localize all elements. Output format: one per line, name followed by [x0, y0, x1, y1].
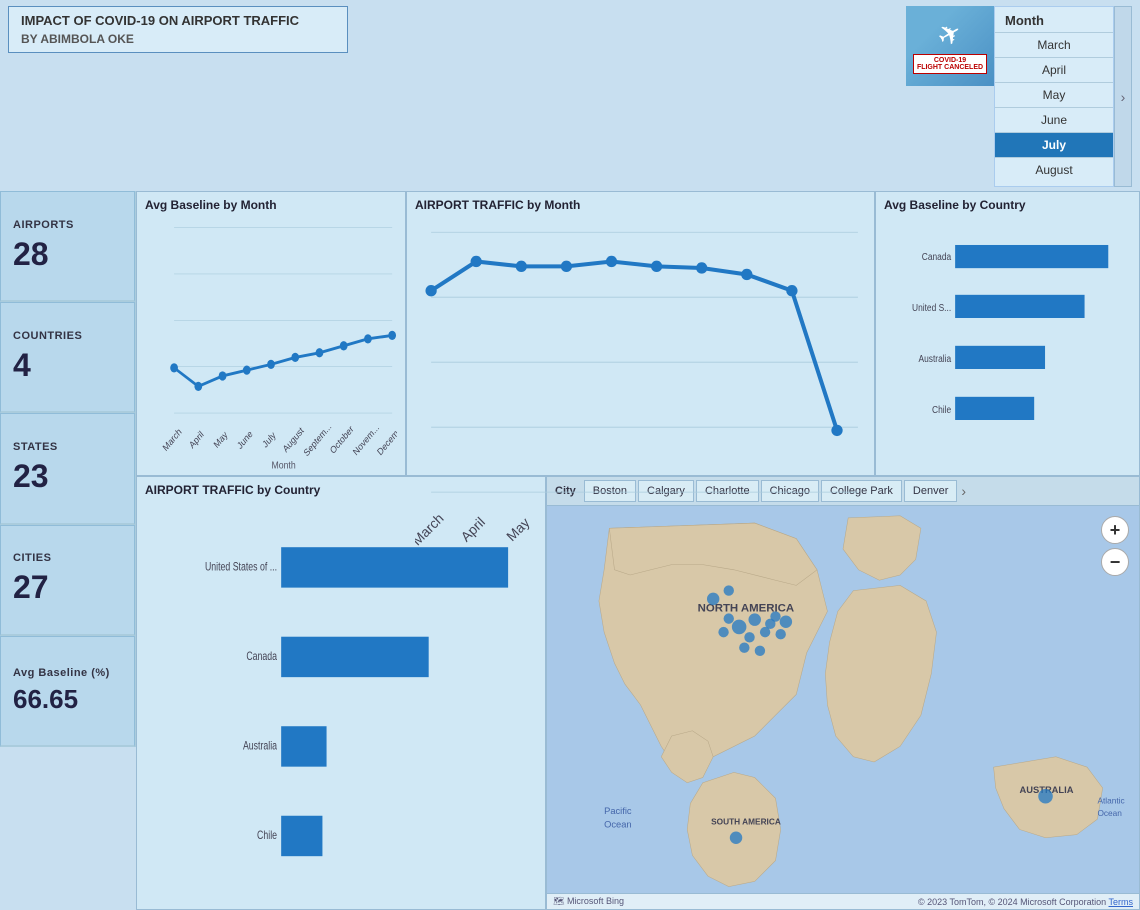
svg-text:Canada: Canada: [922, 251, 952, 262]
avg-baseline-value: 66.65: [13, 685, 122, 714]
avg-baseline-stat-card: Avg Baseline (%) 66.65: [0, 636, 135, 747]
map-footer: 🗺 Microsoft Bing © 2023 TomTom, © 2024 M…: [547, 893, 1139, 909]
cities-label: CITIES: [13, 552, 122, 564]
left-sidebar: AIRPORTS 28 COUNTRIES 4 STATES 23 CITIES…: [0, 191, 136, 747]
city-tab-denver[interactable]: Denver: [904, 480, 957, 502]
svg-text:Septem...: Septem...: [302, 421, 333, 458]
airports-label: AIRPORTS: [13, 219, 122, 231]
svg-text:July: July: [261, 429, 278, 449]
svg-text:United S...: United S...: [912, 302, 951, 313]
cities-value: 27: [13, 570, 122, 605]
states-stat-card: STATES 23: [0, 413, 135, 524]
title-box: IMPACT OF COVID-19 ON AIRPORT TRAFFIC BY…: [8, 6, 348, 53]
states-value: 23: [13, 459, 122, 494]
traffic-country-bar-chart: United States of ... Canada Australia Ch…: [145, 501, 537, 905]
countries-label: COUNTRIES: [13, 330, 122, 342]
svg-text:Ocean: Ocean: [604, 819, 631, 829]
airport-traffic-chart-box: AIRPORT TRAFFIC by Month: [406, 191, 875, 476]
avg-country-bar-chart: Canada United S... Australia Chile: [884, 216, 1131, 471]
svg-text:United States of ...: United States of ...: [205, 560, 277, 574]
svg-text:Chile: Chile: [257, 828, 277, 842]
countries-value: 4: [13, 348, 122, 383]
avg-country-chart-area: Canada United S... Australia Chile: [884, 216, 1131, 471]
header-right: ✈ COVID-19FLIGHT CANCELED Month March Ap…: [906, 6, 1132, 187]
month-item-june[interactable]: June: [995, 107, 1113, 132]
content-area: Avg Baseline by Month: [136, 191, 1140, 747]
svg-text:Ocean: Ocean: [1097, 808, 1122, 818]
bottom-row: AIRPORT TRAFFIC by Country United States…: [136, 476, 1140, 910]
month-item-april[interactable]: April: [995, 57, 1113, 82]
svg-text:Atlantic: Atlantic: [1097, 795, 1124, 805]
airport-traffic-chart-title: AIRPORT TRAFFIC by Month: [415, 198, 866, 212]
covid-image: ✈ COVID-19FLIGHT CANCELED: [906, 6, 994, 86]
month-filter-panel: Month March April May June July August: [994, 6, 1114, 187]
avg-baseline-chart-box: Avg Baseline by Month: [136, 191, 406, 476]
avg-baseline-label: Avg Baseline (%): [13, 667, 122, 679]
covid-label: COVID-19FLIGHT CANCELED: [913, 54, 987, 74]
map-copyright: © 2023 TomTom, © 2024 Microsoft Corporat…: [918, 897, 1133, 907]
traffic-country-chart-box: AIRPORT TRAFFIC by Country United States…: [136, 476, 546, 910]
map-container[interactable]: NORTH AMERICA Pacific Ocean SOUTH AMERIC…: [547, 506, 1139, 893]
month-panel-title: Month: [995, 11, 1113, 32]
month-scroll-down-arrow[interactable]: ›: [1114, 6, 1132, 187]
map-svg: NORTH AMERICA Pacific Ocean SOUTH AMERIC…: [547, 506, 1139, 893]
month-item-august[interactable]: August: [995, 157, 1113, 182]
avg-country-chart-box: Avg Baseline by Country Canada United S.…: [875, 191, 1140, 476]
title-main: IMPACT OF COVID-19 ON AIRPORT TRAFFIC: [21, 13, 335, 28]
avg-country-chart-title: Avg Baseline by Country: [884, 198, 1131, 212]
svg-text:May: May: [212, 429, 230, 450]
month-item-may[interactable]: May: [995, 82, 1113, 107]
month-item-july[interactable]: July: [995, 132, 1113, 157]
terms-link[interactable]: Terms: [1109, 897, 1134, 907]
svg-text:March: March: [161, 426, 184, 453]
main-area: AIRPORTS 28 COUNTRIES 4 STATES 23 CITIES…: [0, 191, 1140, 747]
avg-baseline-chart-area: March April May June July August Septem.…: [145, 216, 397, 471]
svg-text:Chile: Chile: [932, 404, 951, 415]
top-row: Avg Baseline by Month: [136, 191, 1140, 476]
header: IMPACT OF COVID-19 ON AIRPORT TRAFFIC BY…: [0, 0, 1140, 191]
bing-label: 🗺 Microsoft Bing: [553, 896, 624, 907]
map-zoom-controls: + −: [1101, 516, 1129, 576]
map-section: City Boston Calgary Charlotte Chicago Co…: [546, 476, 1140, 910]
avg-baseline-line-chart: March April May June July August Septem.…: [145, 216, 397, 471]
svg-text:Month: Month: [271, 460, 295, 471]
title-sub: BY ABIMBOLA OKE: [21, 32, 335, 46]
cities-stat-card: CITIES 27: [0, 525, 135, 636]
month-item-march[interactable]: March: [995, 32, 1113, 57]
svg-text:Australia: Australia: [243, 739, 277, 753]
zoom-in-button[interactable]: +: [1101, 516, 1129, 544]
svg-text:Canada: Canada: [246, 649, 277, 663]
svg-text:Pacific: Pacific: [604, 806, 632, 816]
plane-icon: ✈: [932, 14, 969, 54]
states-label: STATES: [13, 441, 122, 453]
svg-text:April: April: [187, 429, 205, 451]
traffic-country-chart-area: United States of ... Canada Australia Ch…: [145, 501, 537, 905]
airports-value: 28: [13, 237, 122, 272]
countries-stat-card: COUNTRIES 4: [0, 302, 135, 413]
airports-stat-card: AIRPORTS 28: [0, 191, 135, 302]
avg-baseline-chart-title: Avg Baseline by Month: [145, 198, 397, 212]
city-tab-scroll-right[interactable]: ›: [961, 483, 966, 499]
svg-text:SOUTH AMERICA: SOUTH AMERICA: [711, 816, 781, 826]
zoom-out-button[interactable]: −: [1101, 548, 1129, 576]
svg-text:Australia: Australia: [919, 353, 952, 364]
svg-text:June: June: [235, 428, 254, 451]
